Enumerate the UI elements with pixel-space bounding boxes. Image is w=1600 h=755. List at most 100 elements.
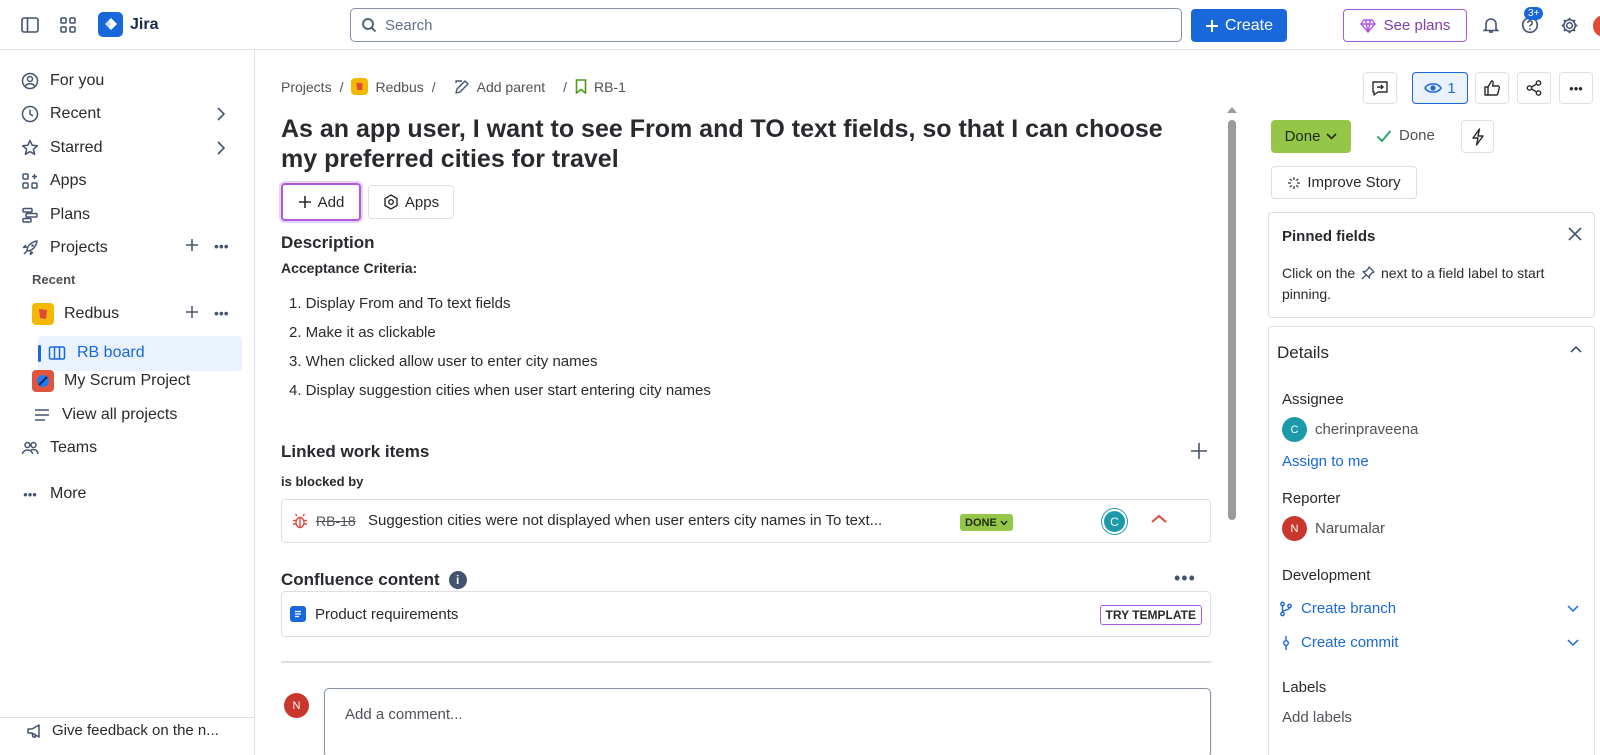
scrollbar-thumb[interactable]	[1228, 120, 1236, 520]
assignee-label: Assignee	[1282, 391, 1344, 408]
feedback-comment-button[interactable]	[1363, 72, 1397, 104]
sidebar: For you Recent Starred Apps Plans Projec…	[0, 50, 255, 755]
give-feedback-button[interactable]: Give feedback on the n...	[26, 722, 219, 739]
sidebar-item-for-you[interactable]: For you	[20, 69, 104, 93]
linked-work-item-row[interactable]: RB-18 Suggestion cities were not display…	[281, 499, 1211, 543]
try-template-button[interactable]: TRY TEMPLATE	[1099, 605, 1202, 625]
share-button[interactable]	[1517, 72, 1551, 104]
sidebar-item-teams[interactable]: Teams	[20, 436, 97, 460]
redbus-project-icon	[351, 78, 369, 95]
improve-story-button[interactable]: Improve Story	[1271, 166, 1417, 199]
chevron-right-icon[interactable]	[216, 107, 226, 121]
sidebar-item-starred[interactable]: Starred	[20, 136, 102, 160]
linked-item-summary[interactable]: Suggestion cities were not displayed whe…	[368, 512, 882, 529]
breadcrumb-add-parent[interactable]: Add parent	[454, 78, 546, 95]
pinned-fields-text: Click on the next to a field label to st…	[1282, 263, 1572, 305]
sidebar-item-plans[interactable]: Plans	[20, 203, 90, 227]
chevron-up-icon[interactable]	[1570, 345, 1582, 353]
linked-work-items-heading: Linked work items	[281, 442, 430, 461]
like-button[interactable]	[1475, 72, 1509, 104]
pin-icon	[1361, 266, 1375, 280]
sidebar-item-recent[interactable]: Recent	[20, 102, 101, 126]
app-name: Jira	[130, 15, 159, 33]
see-plans-button[interactable]: See plans	[1343, 9, 1467, 42]
search-icon	[362, 18, 377, 33]
breadcrumb-projects[interactable]: Projects	[281, 79, 332, 95]
notifications-bell-icon[interactable]	[1479, 13, 1503, 37]
more-dots-icon: •••	[1569, 80, 1583, 96]
acceptance-criteria-heading: Acceptance Criteria:	[281, 260, 418, 276]
assignee-field[interactable]: C cherinpraveena	[1282, 417, 1418, 442]
sidebar-project-my-scrum[interactable]: My Scrum Project	[32, 369, 190, 393]
git-commit-icon	[1282, 635, 1289, 650]
sidebar-view-all-projects[interactable]: View all projects	[32, 403, 177, 427]
sidebar-item-projects[interactable]: Projects	[20, 236, 108, 260]
info-icon[interactable]: i	[448, 571, 467, 589]
chevron-down-icon[interactable]	[1567, 604, 1579, 613]
description-heading: Description	[281, 233, 375, 252]
development-label: Development	[1282, 567, 1371, 584]
status-dropdown[interactable]: Done	[1271, 120, 1351, 153]
sidebar-toggle-icon[interactable]	[18, 13, 42, 37]
sidebar-divider	[0, 717, 254, 718]
linked-item-assignee-avatar[interactable]: C	[1102, 509, 1127, 534]
issue-side-panel: 1 ••• Done Done Improve Story Pinned fie…	[1236, 50, 1600, 755]
add-board-plus-icon[interactable]	[185, 305, 199, 319]
issue-title[interactable]: As an app user, I want to see From and T…	[281, 114, 1201, 174]
sparkle-icon	[1288, 176, 1301, 189]
breadcrumb-project[interactable]: Redbus	[351, 78, 424, 95]
status-label: DONE	[965, 516, 997, 529]
breadcrumb-issue-key[interactable]: RB-1	[575, 79, 626, 95]
see-plans-label: See plans	[1383, 17, 1451, 34]
chevron-down-icon	[1326, 133, 1337, 140]
chevron-right-icon[interactable]	[216, 141, 226, 155]
create-commit-row[interactable]: Create commit	[1279, 634, 1579, 651]
user-avatar[interactable]	[1593, 15, 1600, 37]
sidebar-item-rb-board[interactable]: RB board	[38, 336, 242, 371]
app-switcher-icon[interactable]	[56, 13, 80, 37]
add-parent-label: Add parent	[476, 78, 546, 95]
confluence-more-icon[interactable]: •••	[1174, 568, 1196, 589]
redbus-more-icon[interactable]: •••	[214, 305, 229, 321]
pinned-text-before: Click on the	[1282, 265, 1356, 281]
close-icon[interactable]	[1568, 227, 1582, 241]
confluence-heading-label: Confluence content	[281, 570, 440, 589]
add-project-plus-icon[interactable]	[185, 238, 199, 252]
sidebar-project-redbus[interactable]: Redbus	[32, 302, 119, 326]
add-labels-field[interactable]: Add labels	[1282, 709, 1352, 726]
person-circle-icon	[20, 71, 40, 91]
plus-icon	[298, 196, 311, 208]
search-input[interactable]: Search	[350, 8, 1182, 42]
automation-button[interactable]	[1461, 120, 1494, 153]
add-button[interactable]: Add	[281, 183, 361, 221]
plus-icon	[1205, 19, 1218, 32]
projects-more-icon[interactable]: •••	[214, 238, 229, 254]
breadcrumb-project-label: Redbus	[375, 78, 424, 95]
create-branch-row[interactable]: Create branch	[1279, 600, 1579, 617]
apps-label: Apps	[404, 193, 440, 211]
linked-item-status-dropdown[interactable]: DONE	[960, 514, 1013, 531]
create-button[interactable]: Create	[1191, 9, 1287, 42]
assign-to-me-link[interactable]: Assign to me	[1282, 453, 1369, 470]
sidebar-item-more[interactable]: ••• More	[20, 482, 86, 506]
breadcrumb-separator: /	[563, 78, 568, 95]
jira-logo[interactable]: Jira	[98, 12, 158, 37]
sidebar-item-apps[interactable]: Apps	[20, 169, 86, 193]
thumbs-up-icon	[1484, 80, 1500, 96]
settings-gear-icon[interactable]	[1557, 13, 1581, 37]
project-label: Redbus	[64, 305, 120, 322]
rb-board-row: RB board	[47, 341, 145, 365]
more-actions-button[interactable]: •••	[1559, 72, 1593, 104]
apps-button[interactable]: Apps	[368, 185, 454, 219]
chevron-down-icon	[1000, 520, 1008, 526]
comment-arrow-icon	[1372, 81, 1388, 96]
chevron-down-icon[interactable]	[1567, 638, 1579, 647]
confluence-template-row[interactable]: Product requirements TRY TEMPLATE	[281, 591, 1211, 637]
add-comment-input[interactable]: Add a comment...	[324, 688, 1211, 755]
add-linked-item-plus-icon[interactable]	[1190, 442, 1208, 460]
details-heading[interactable]: Details	[1277, 343, 1329, 363]
watch-button[interactable]: 1	[1412, 72, 1468, 104]
linked-item-key[interactable]: RB-18	[316, 513, 356, 529]
reporter-field[interactable]: N Narumalar	[1282, 516, 1385, 541]
clock-icon	[20, 104, 40, 124]
